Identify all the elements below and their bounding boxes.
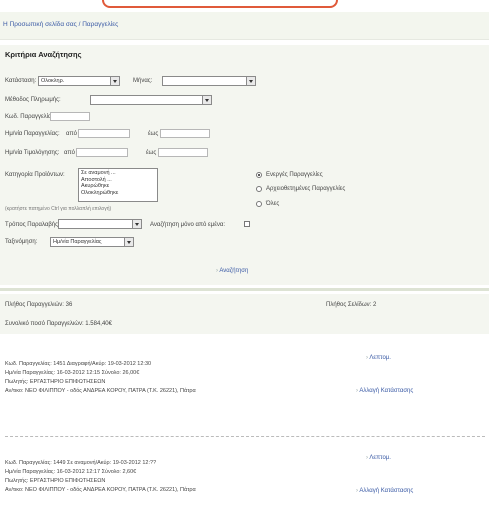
sort-value: Ημ/νία Παραγγελίας <box>53 239 102 245</box>
status-label: Κατάσταση: <box>5 78 37 84</box>
invoice-date-to-label: έως <box>146 150 157 156</box>
results-summary <box>0 294 489 334</box>
order-address-line: Αν/τικο: ΝΕΟ ΦΙΛΙΠΠΟΥ - οδός ΑΝΔΡΕΑ ΚΟΡΟ… <box>5 388 196 394</box>
archived-orders-radio[interactable] <box>256 186 262 192</box>
payment-method-label: Μέθοδος Πληρωμής: <box>5 97 61 103</box>
product-category-listbox[interactable]: Σε αναμονή ... Αποστολή ... Ακυρώθηκε Ολ… <box>78 168 158 202</box>
all-orders-label: Όλες <box>266 201 280 207</box>
order-code-line: Κωδ. Παραγγελίας: 1451 Διαγραφή/Ακύρ: 19… <box>5 361 152 367</box>
sort-label: Ταξινόμηση: <box>5 239 38 245</box>
chevron-down-icon <box>124 238 133 246</box>
order-date-to-label: έως <box>148 131 159 137</box>
total-pages: Πλήθος Σελίδων: 2 <box>326 302 377 308</box>
order-code-input[interactable] <box>50 112 90 121</box>
pickup-label: Τρόπος Παραλαβής: <box>5 222 60 228</box>
order-date-from-label: από <box>66 131 77 137</box>
invoice-date-label: Ημ/νία Τιμολόγησης: <box>5 150 60 156</box>
order-change-status-link[interactable]: Αλλαγή Κατάστασης <box>356 488 413 494</box>
order-code-line: Κωδ. Παραγγελίας: 1449 Σε αναμονή/Ακύρ: … <box>5 460 157 466</box>
status-value: Ολοκληρ. <box>41 78 65 84</box>
order-date-label: Ημ/νία Παραγγελίας: <box>5 131 60 137</box>
banner-frame <box>102 0 338 8</box>
divider <box>0 288 489 291</box>
breadcrumb[interactable]: Η Προσωπική σελίδα σας / Παραγγελίες <box>3 21 118 28</box>
only-mine-checkbox[interactable] <box>244 221 250 227</box>
payment-method-select[interactable] <box>90 95 212 105</box>
product-category-label: Κατηγορία Προϊόντων: <box>5 172 65 178</box>
archived-orders-label: Αρχειοθετημένες Παραγγελίες <box>266 186 346 192</box>
total-amount: Συνολικό ποσό Παραγγελιών: 1.584,40€ <box>5 321 112 327</box>
order-change-status-link[interactable]: Αλλαγή Κατάστασης <box>356 388 413 394</box>
chevron-down-icon <box>202 96 211 104</box>
top-banner <box>0 0 489 10</box>
search-button[interactable]: Αναζήτηση <box>216 268 248 274</box>
order-seller-line: Πωλητής: ΕΡΓΑΣΤΗΡΙΟ ΕΠΙΦΩΤΗΣΕΩΝ <box>5 379 106 385</box>
all-orders-radio[interactable] <box>256 201 262 207</box>
multi-select-hint: (κρατήστε πατημένο Ctrl για πολλαπλή επι… <box>5 206 112 212</box>
breadcrumb-bar: Η Προσωπική σελίδα σας / Παραγγελίες <box>0 12 489 40</box>
active-orders-label: Ενεργές Παραγγελίες <box>266 172 323 178</box>
active-orders-radio[interactable] <box>256 172 262 178</box>
invoice-date-from-input[interactable] <box>76 148 128 157</box>
only-mine-label: Αναζήτηση μόνο από εμένα: <box>150 222 226 228</box>
order-details-link[interactable]: Λεπτομ. <box>366 355 391 361</box>
pickup-select[interactable] <box>58 219 142 229</box>
order-seller-line: Πωλητής: ΕΡΓΑΣΤΗΡΙΟ ΕΠΙΦΩΤΗΣΕΩΝ <box>5 478 106 484</box>
invoice-date-to-input[interactable] <box>158 148 208 157</box>
order-date-to-input[interactable] <box>160 129 210 138</box>
order-separator <box>5 436 485 437</box>
order-item: Κωδ. Παραγγελίας: 1451 Διαγραφή/Ακύρ: 19… <box>5 360 305 396</box>
order-code-label: Κωδ. Παραγγελίας: <box>5 114 57 120</box>
order-date-from-input[interactable] <box>78 129 130 138</box>
chevron-down-icon <box>246 77 255 85</box>
month-label: Μήνας: <box>133 78 153 84</box>
total-orders: Πλήθος Παραγγελιών: 36 <box>5 302 73 308</box>
chevron-down-icon <box>110 77 119 85</box>
sort-select[interactable]: Ημ/νία Παραγγελίας <box>50 237 134 247</box>
month-select[interactable] <box>162 76 256 86</box>
status-select[interactable]: Ολοκληρ. <box>38 76 120 86</box>
order-item: Κωδ. Παραγγελίας: 1449 Σε αναμονή/Ακύρ: … <box>5 459 305 495</box>
order-address-line: Αν/τικο: ΝΕΟ ΦΙΛΙΠΠΟΥ - οδός ΑΝΔΡΕΑ ΚΟΡΟ… <box>5 487 196 493</box>
search-title: Κριτήρια Αναζήτησης <box>5 50 82 59</box>
list-item[interactable]: Ολοκληρώθηκε <box>81 190 155 197</box>
order-details-link[interactable]: Λεπτομ. <box>366 455 391 461</box>
chevron-down-icon <box>132 220 141 228</box>
order-date-line: Ημ/νία Παραγγελίας: 16-03-2012 12:15 Σύν… <box>5 370 140 376</box>
order-date-line: Ημ/νία Παραγγελίας: 16-03-2012 12:17 Σύν… <box>5 469 137 475</box>
invoice-date-from-label: από <box>64 150 75 156</box>
